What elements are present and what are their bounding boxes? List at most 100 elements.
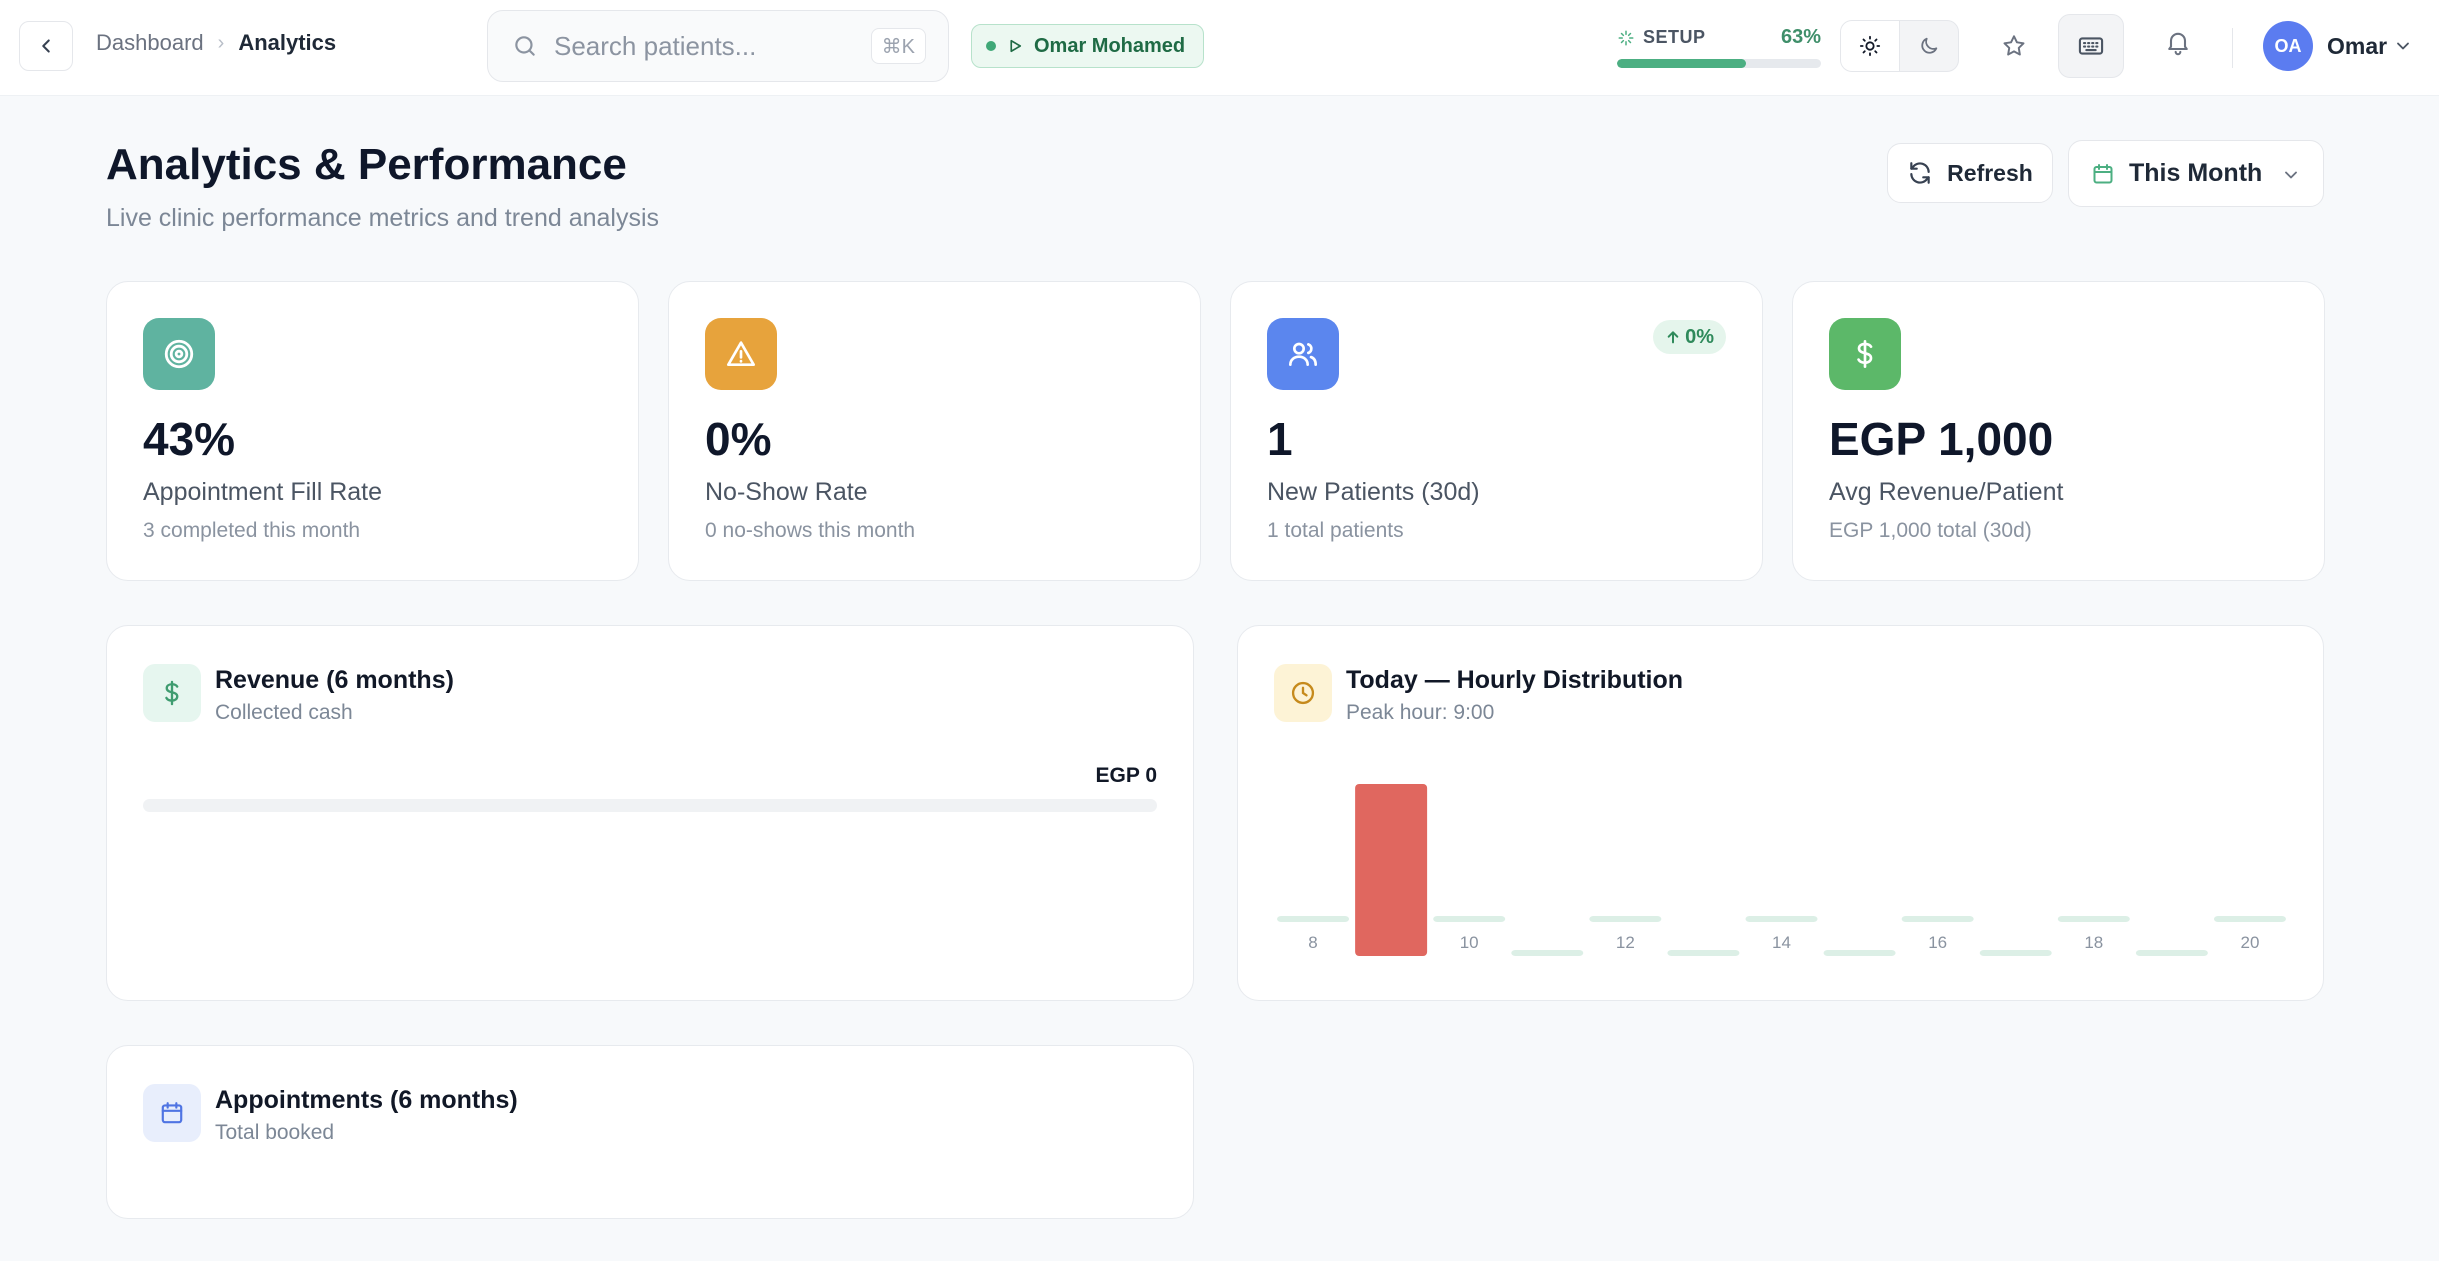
kpi-card-no-show-rate: 0% No-Show Rate 0 no-shows this month	[668, 281, 1201, 581]
appointments-card: Appointments (6 months) Total booked	[106, 1045, 1194, 1219]
bar-hour-16	[1901, 916, 1974, 922]
session-name: Omar Mohamed	[1034, 34, 1186, 57]
moon-icon	[1921, 37, 1938, 54]
hourly-title: Today — Hourly Distribution	[1346, 666, 1684, 694]
setup-label: SETUP	[1643, 27, 1706, 47]
dark-mode-button[interactable]	[1900, 21, 1958, 71]
users-icon	[1289, 342, 1317, 366]
setup-label-wrap: SETUP	[1617, 27, 1706, 48]
bar-hour-13	[1667, 950, 1740, 956]
kpi-label: Appointment Fill Rate	[143, 478, 383, 506]
kpi-icon-bg	[1829, 318, 1901, 390]
chevron-left-icon	[42, 39, 50, 53]
favorites-button[interactable]	[1988, 20, 2040, 72]
refresh-button[interactable]: Refresh	[1887, 143, 2053, 203]
bar-hour-19	[2135, 950, 2208, 956]
toolbar-divider	[2232, 28, 2233, 68]
refresh-label: Refresh	[1947, 159, 2033, 186]
refresh-icon	[1910, 162, 1930, 184]
bar-hour-20	[2213, 916, 2286, 922]
bar-hour-10	[1433, 916, 1506, 922]
tick-label-8: 8	[1308, 933, 1317, 952]
status-dot-icon	[986, 41, 996, 51]
theme-toggle	[1840, 20, 1959, 72]
star-icon	[2003, 35, 2025, 56]
kpi-value: 1	[1267, 413, 1293, 465]
sun-icon	[1859, 35, 1881, 57]
search-icon	[515, 36, 535, 56]
hourly-distribution-card: Today — Hourly Distribution Peak hour: 9…	[1237, 625, 2324, 1001]
bar-hour-14	[1745, 916, 1818, 922]
panel-icon-bg	[143, 1084, 201, 1142]
period-select[interactable]: This Month	[2068, 140, 2324, 207]
revenue-bar-track	[143, 799, 1157, 812]
top-bar: Dashboard › Analytics Search patients...…	[0, 0, 2439, 96]
keyboard-shortcuts-button[interactable]	[2058, 14, 2124, 78]
search-input[interactable]: Search patients... ⌘K	[487, 10, 949, 82]
tick-label-14: 14	[1772, 933, 1791, 952]
kpi-icon-bg	[1267, 318, 1339, 390]
bar-hour-12	[1589, 916, 1662, 922]
kpi-label: No-Show Rate	[705, 478, 868, 506]
revenue-subtitle: Collected cash	[215, 701, 353, 724]
setup-percent: 63%	[1780, 26, 1821, 48]
breadcrumb-dashboard[interactable]: Dashboard	[96, 30, 204, 56]
tick-label-20: 20	[2241, 933, 2260, 952]
trend-value: 0%	[1685, 325, 1714, 348]
kpi-card-fill-rate: 43% Appointment Fill Rate 3 completed th…	[106, 281, 639, 581]
tick-label-12: 12	[1616, 933, 1635, 952]
arrow-up-icon	[1667, 331, 1679, 344]
clock-icon	[1291, 681, 1315, 705]
trend-badge: 0%	[1653, 320, 1726, 354]
page-title: Analytics & Performance	[106, 140, 627, 189]
avatar[interactable]: OA	[2263, 21, 2313, 71]
back-button[interactable]	[19, 21, 73, 71]
sparkle-icon	[1618, 30, 1634, 45]
bar-hour-11	[1511, 950, 1584, 956]
appointments-title: Appointments (6 months)	[215, 1086, 518, 1114]
breadcrumb-current: Analytics	[238, 30, 337, 55]
hourly-subtitle: Peak hour: 9:00	[1346, 701, 1495, 724]
appointments-subtitle: Total booked	[215, 1121, 335, 1144]
kpi-note: EGP 1,000 total (30d)	[1829, 519, 2032, 542]
revenue-amount: EGP 0	[1095, 764, 1157, 787]
page-subtitle: Live clinic performance metrics and tren…	[106, 204, 660, 232]
tick-label-16: 16	[1928, 933, 1947, 952]
tick-label-18: 18	[2084, 933, 2103, 952]
active-session-pill[interactable]: Omar Mohamed	[971, 24, 1204, 68]
revenue-card: Revenue (6 months) Collected cash EGP 0	[106, 625, 1194, 1001]
panel-icon-bg	[1274, 664, 1332, 722]
bar-hour-8	[1277, 916, 1350, 922]
play-icon	[1010, 39, 1022, 53]
target-icon	[164, 339, 194, 369]
hourly-bar-chart: 8 10 12 14 16 18 20	[1277, 784, 2286, 956]
setup-progress-fill	[1617, 59, 1746, 68]
setup-progress-track	[1617, 59, 1821, 68]
period-select-value: This Month	[2129, 159, 2263, 187]
bar-hour-18	[2057, 916, 2130, 922]
notifications-button[interactable]	[2152, 16, 2204, 68]
kpi-note: 3 completed this month	[143, 519, 361, 542]
warning-icon	[727, 341, 755, 366]
kpi-icon-bg	[143, 318, 215, 390]
user-name[interactable]: Omar	[2327, 33, 2387, 60]
kpi-card-avg-revenue: EGP 1,000 Avg Revenue/Patient EGP 1,000 …	[1792, 281, 2325, 581]
kpi-label: New Patients (30d)	[1267, 478, 1480, 506]
chevron-down-icon[interactable]	[2393, 36, 2413, 56]
light-mode-button[interactable]	[1841, 21, 1900, 71]
search-shortcut-badge: ⌘K	[870, 28, 926, 64]
bar-hour-15	[1823, 950, 1896, 956]
revenue-title: Revenue (6 months)	[215, 666, 454, 694]
panel-icon-bg	[143, 664, 201, 722]
kpi-card-new-patients: 0% 1 New Patients (30d) 1 total patients	[1230, 281, 1763, 581]
kpi-value: 43%	[143, 413, 236, 465]
keyboard-icon	[2078, 37, 2104, 55]
bar-hour-17	[1979, 950, 2052, 956]
setup-progress[interactable]: SETUP 63%	[1617, 26, 1821, 68]
breadcrumb: Dashboard › Analytics	[96, 30, 336, 56]
kpi-value: EGP 1,000	[1829, 413, 2054, 465]
dollar-icon	[165, 680, 179, 706]
kpi-value: 0%	[705, 413, 772, 465]
kpi-icon-bg	[705, 318, 777, 390]
kpi-note: 1 total patients	[1267, 519, 1404, 542]
